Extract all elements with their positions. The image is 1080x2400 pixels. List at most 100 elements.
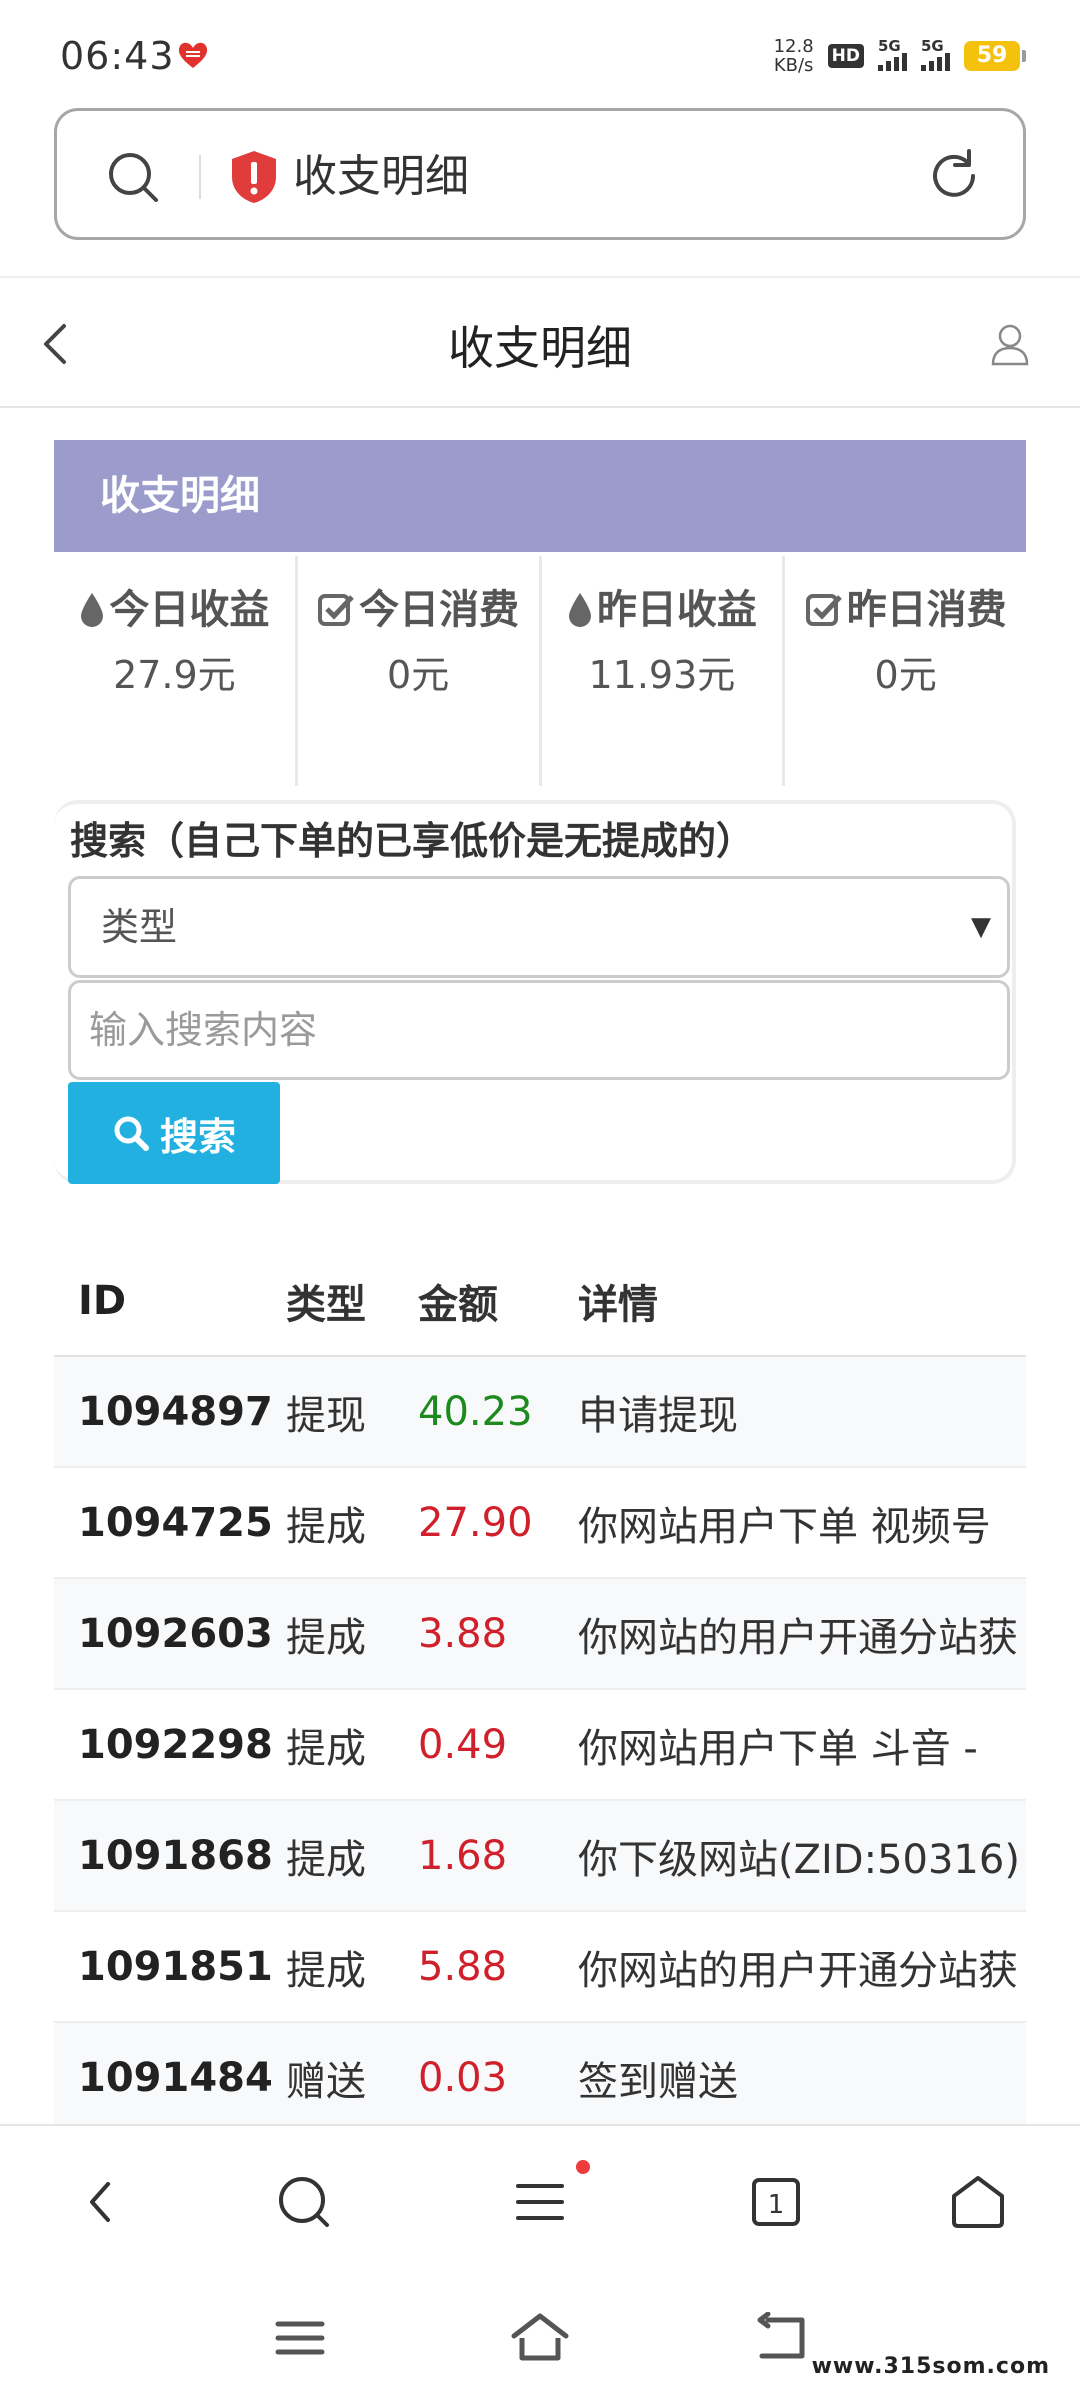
- home-icon[interactable]: [946, 2170, 1010, 2234]
- panel-title: 收支明细: [54, 440, 1026, 552]
- type-select-value: 类型: [101, 905, 178, 949]
- table-row: 1094897 提现 40.23 申请提现: [54, 1357, 1026, 1468]
- table-row: 1092603 提成 3.88 你网站的用户开通分站获: [54, 1579, 1026, 1690]
- table-row: 1091868 提成 1.68 你下级网站(ZID:50316): [54, 1801, 1026, 1912]
- cell-detail: 你网站的用户开通分站获: [578, 1614, 1018, 1661]
- cell-id: 1094897: [78, 1388, 273, 1435]
- cell-amount: 3.88: [418, 1610, 508, 1657]
- cell-type: 赠送: [286, 2058, 366, 2105]
- stat-yesterday-expense: 昨日消费 0元: [785, 556, 1026, 786]
- search-button-label: 搜索: [159, 1114, 236, 1159]
- search-panel: 搜索（自己下单的已享低价是无提成的） 类型 ▼ 搜索: [54, 800, 1016, 1184]
- table-row: 1091851 提成 5.88 你网站的用户开通分站获: [54, 1912, 1026, 2023]
- watermark: www.315som.com: [811, 2354, 1050, 2379]
- cell-detail: 申请提现: [578, 1392, 738, 1439]
- header-detail: 详情: [578, 1281, 658, 1328]
- cell-id: 1091868: [78, 1832, 273, 1879]
- signal-icon: 5G: [878, 37, 907, 71]
- cell-type: 提成: [286, 1614, 366, 1661]
- cell-type: 提成: [286, 1947, 366, 1994]
- stat-value: 0元: [874, 653, 937, 697]
- cell-type: 提成: [286, 1503, 366, 1550]
- notification-dot: [576, 2160, 590, 2174]
- page-title: 收支明细: [448, 321, 632, 375]
- drop-icon: [81, 593, 104, 627]
- address-bar[interactable]: 收支明细: [54, 108, 1026, 240]
- clock: 06:43: [60, 34, 175, 78]
- cell-amount: 27.90: [418, 1499, 533, 1546]
- table-header: ID 类型 金额 详情: [54, 1246, 1026, 1357]
- header-amount: 金额: [418, 1281, 498, 1328]
- address-title[interactable]: 收支明细: [293, 149, 469, 205]
- cell-detail: 签到赠送: [578, 2058, 738, 2105]
- page-header: 收支明细: [0, 276, 1080, 408]
- stat-value: 0元: [387, 653, 450, 697]
- stat-label: 今日消费: [359, 587, 520, 633]
- stat-today-income: 今日收益 27.9元: [54, 556, 298, 786]
- cell-id: 1091851: [78, 1943, 273, 1990]
- cell-type: 提现: [286, 1392, 366, 1439]
- search-icon[interactable]: [272, 2170, 336, 2234]
- table-row: 1092298 提成 0.49 你网站用户下单 斗音 -: [54, 1690, 1026, 1801]
- heart-icon: [178, 42, 208, 68]
- cell-type: 提成: [286, 1836, 366, 1883]
- net-speed: 12.8 KB/s: [773, 36, 814, 76]
- reload-icon[interactable]: [925, 147, 983, 205]
- system-back-icon[interactable]: [752, 2312, 812, 2364]
- cell-amount: 0.49: [418, 1721, 508, 1768]
- cell-detail: 你网站用户下单 视频号: [578, 1503, 991, 1550]
- cell-id: 1094725: [78, 1499, 273, 1546]
- stats-row: 今日收益 27.9元 今日消费 0元 昨日收益 11.93元 昨日消费 0元: [54, 556, 1026, 786]
- check-square-icon: [805, 594, 842, 626]
- cell-amount: 40.23: [418, 1388, 533, 1435]
- stat-label: 今日收益: [109, 587, 270, 633]
- cell-type: 提成: [286, 1725, 366, 1772]
- stat-value: 11.93元: [588, 653, 736, 697]
- cell-detail: 你网站用户下单 斗音 -: [578, 1725, 978, 1772]
- tabs-icon[interactable]: 1: [744, 2170, 808, 2234]
- stat-label: 昨日收益: [596, 587, 757, 633]
- cell-amount: 5.88: [418, 1943, 508, 1990]
- header-id: ID: [78, 1277, 127, 1324]
- battery-icon: 59: [964, 41, 1026, 71]
- search-icon[interactable]: [105, 149, 161, 205]
- search-title: 搜索（自己下单的已享低价是无提成的）: [70, 819, 755, 863]
- header-type: 类型: [286, 1281, 366, 1328]
- browser-nav-bar: 1: [0, 2124, 1080, 2274]
- dropdown-arrow-icon: ▼: [971, 912, 991, 942]
- table-row: 1091484 赠送 0.03 签到赠送: [54, 2023, 1026, 2134]
- cell-id: 1092298: [78, 1721, 273, 1768]
- search-icon: [114, 1116, 149, 1151]
- user-icon[interactable]: [990, 322, 1030, 366]
- status-bar: 06:43 12.8 KB/s HD 5G 5G 59: [0, 0, 1080, 100]
- search-button[interactable]: 搜索: [68, 1082, 280, 1184]
- hd-icon: HD: [827, 44, 864, 68]
- drop-icon: [568, 593, 591, 627]
- tab-count: 1: [768, 2190, 785, 2220]
- table-row: 1094725 提成 27.90 你网站用户下单 视频号: [54, 1468, 1026, 1579]
- stat-label: 昨日消费: [846, 587, 1007, 633]
- cell-detail: 你网站的用户开通分站获: [578, 1947, 1018, 1994]
- signal-icon: 5G: [921, 37, 950, 71]
- cell-id: 1092603: [78, 1610, 273, 1657]
- system-nav-bar: www.315som.com: [0, 2274, 1080, 2400]
- search-input[interactable]: [68, 980, 1010, 1080]
- cell-detail: 你下级网站(ZID:50316): [578, 1836, 1020, 1883]
- stat-today-expense: 今日消费 0元: [298, 556, 542, 786]
- stat-yesterday-income: 昨日收益 11.93元: [542, 556, 786, 786]
- stat-value: 27.9元: [113, 653, 236, 697]
- type-select[interactable]: 类型 ▼: [68, 876, 1010, 978]
- back-icon[interactable]: [70, 2170, 134, 2234]
- shield-warning-icon[interactable]: [229, 149, 279, 205]
- check-square-icon: [318, 594, 354, 626]
- system-home-icon[interactable]: [510, 2312, 570, 2364]
- recent-apps-icon[interactable]: [270, 2312, 330, 2364]
- menu-icon[interactable]: [508, 2170, 572, 2234]
- divider: [199, 155, 201, 199]
- cell-id: 1091484: [78, 2054, 273, 2101]
- table-body: 1094897 提现 40.23 申请提现 1094725 提成 27.90 你…: [54, 1357, 1026, 2134]
- status-icons: 12.8 KB/s HD 5G 5G 59: [773, 36, 1026, 76]
- transactions-table: ID 类型 金额 详情 1094897 提现 40.23 申请提现 109472…: [54, 1246, 1026, 2134]
- cell-amount: 1.68: [418, 1832, 508, 1879]
- cell-amount: 0.03: [418, 2054, 508, 2101]
